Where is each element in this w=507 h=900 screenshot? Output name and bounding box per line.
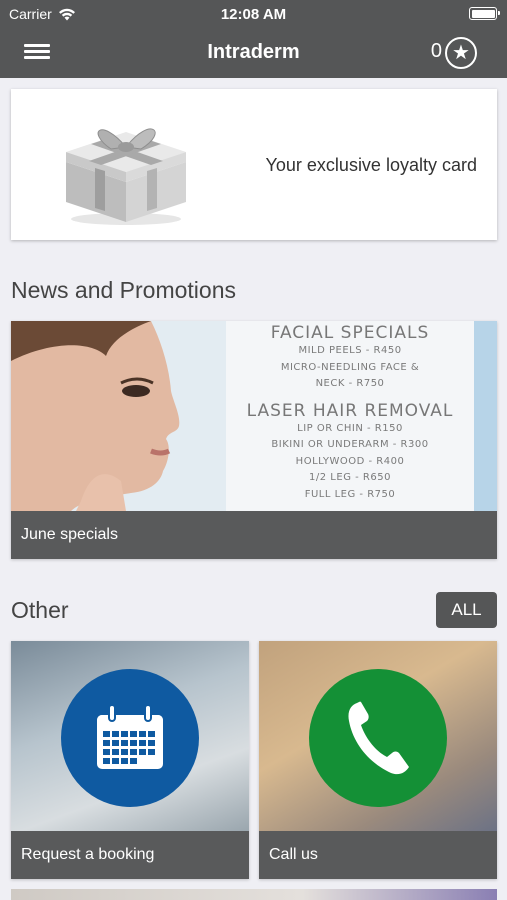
news-card-caption: June specials [11, 511, 497, 559]
battery-icon [469, 7, 500, 20]
star-icon[interactable]: ★ [445, 37, 477, 69]
top-bar: Carrier 12:08 AM Intraderm 0 ★ [0, 0, 507, 78]
phone-icon [309, 669, 447, 807]
news-section-title: News and Promotions [11, 277, 236, 303]
next-card-peek [11, 889, 497, 900]
request-booking-tile[interactable]: Request a booking [11, 641, 249, 879]
booking-image [11, 641, 249, 831]
request-booking-label: Request a booking [11, 831, 249, 879]
decorative-strip [474, 321, 497, 511]
all-button[interactable]: ALL [436, 592, 497, 628]
loyalty-points-count: 0 [430, 40, 442, 62]
june-specials-image: FACIAL SPECIALS MILD PEELS - R450 MICRO-… [11, 321, 497, 511]
woman-face-illustration [11, 321, 226, 511]
call-us-label: Call us [259, 831, 497, 879]
specials-line: MICRO-NEEDLING FACE & [280, 361, 420, 373]
specials-line: 1/2 LEG - R650 [309, 472, 391, 483]
call-image [259, 641, 497, 831]
loyalty-card-label: Your exclusive loyalty card [265, 155, 477, 175]
specials-line: FULL LEG - R750 [304, 488, 396, 500]
specials-line: HOLLYWOOD - R400 [295, 455, 405, 467]
specials-line: MILD PEELS - R450 [298, 345, 402, 356]
specials-line: LIP OR CHIN - R150 [297, 422, 403, 434]
clock: 12:08 AM [220, 6, 287, 23]
loyalty-card[interactable]: Your exclusive loyalty card [11, 89, 497, 240]
gift-box-icon [66, 128, 186, 225]
nav-bar: Intraderm 0 ★ [0, 28, 507, 78]
calendar-icon [61, 669, 199, 807]
status-bar: Carrier 12:08 AM [0, 0, 507, 28]
specials-line: NECK - R750 [315, 378, 385, 389]
news-card-june-specials[interactable]: FACIAL SPECIALS MILD PEELS - R450 MICRO-… [11, 321, 497, 559]
other-section-title: Other [11, 597, 69, 623]
specials-line: BIKINI OR UNDERARM - R300 [271, 439, 429, 450]
specials-panel: FACIAL SPECIALS MILD PEELS - R450 MICRO-… [226, 321, 474, 511]
specials-heading-2: LASER HAIR REMOVAL [246, 400, 454, 421]
call-us-tile[interactable]: Call us [259, 641, 497, 879]
specials-heading-1: FACIAL SPECIALS [270, 323, 430, 343]
